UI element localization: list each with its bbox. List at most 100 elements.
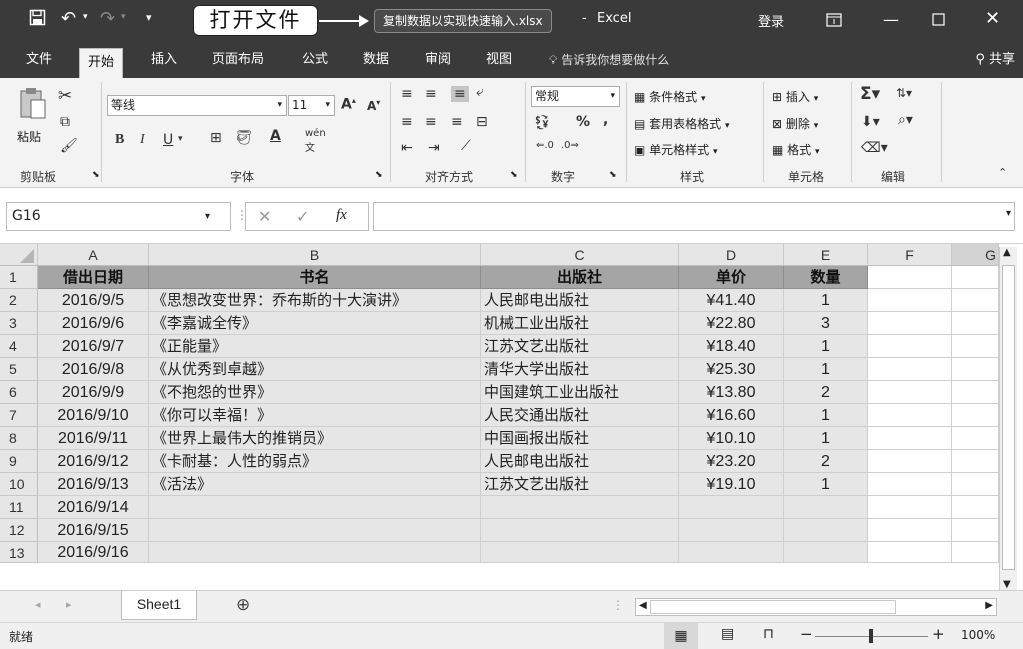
clear-icon[interactable]: ⌫▾ — [861, 140, 888, 156]
formula-input[interactable] — [373, 202, 1015, 231]
grid-cell[interactable] — [868, 496, 952, 519]
column-header[interactable]: G — [952, 244, 999, 266]
grid-cell[interactable] — [952, 427, 999, 450]
copy-icon[interactable]: ⧉ — [60, 114, 70, 130]
table-header-cell[interactable]: 借出日期 — [38, 266, 149, 289]
quantity-cell[interactable]: 2 — [784, 450, 868, 473]
enter-icon[interactable]: ✓ — [296, 207, 309, 226]
cut-icon[interactable]: ✂ — [58, 86, 72, 106]
grid-cell[interactable] — [952, 542, 999, 563]
grid-cell[interactable] — [481, 496, 679, 519]
zoom-level[interactable]: 100% — [961, 628, 995, 642]
cell-styles-button[interactable]: ▣ 单元格样式 ▾ — [634, 141, 718, 158]
row-header[interactable]: 6 — [0, 381, 38, 404]
row-header[interactable]: 7 — [0, 404, 38, 427]
publisher-cell[interactable]: 机械工业出版社 — [481, 312, 679, 335]
grid-cell[interactable] — [784, 496, 868, 519]
save-icon[interactable] — [29, 9, 46, 30]
grid-cell[interactable] — [952, 404, 999, 427]
row-header[interactable]: 3 — [0, 312, 38, 335]
zoom-out-icon[interactable]: − — [800, 625, 813, 643]
price-cell[interactable]: ¥13.80 — [679, 381, 784, 404]
date-cell[interactable]: 2016/9/7 — [38, 335, 149, 358]
table-header-cell[interactable]: 书名 — [149, 266, 481, 289]
price-cell[interactable]: ¥22.80 — [679, 312, 784, 335]
grid-cell[interactable] — [679, 542, 784, 563]
grid-cell[interactable] — [784, 519, 868, 542]
title-cell[interactable]: 《思想改变世界：乔布斯的十大演讲》 — [149, 289, 481, 312]
select-all-corner[interactable] — [0, 244, 38, 266]
price-cell[interactable]: ¥16.60 — [679, 404, 784, 427]
fill-color-icon[interactable]: 🪣︎ — [235, 130, 253, 146]
scroll-thumb[interactable] — [1002, 265, 1015, 570]
format-painter-icon[interactable]: 🖌︎ — [60, 138, 78, 154]
scroll-left-icon[interactable]: ◀ — [639, 600, 647, 611]
tell-me-box[interactable]: 💡︎ 告诉我你想要做什么 — [549, 42, 669, 78]
grid-cell[interactable] — [952, 335, 999, 358]
table-header-cell[interactable]: 数量 — [784, 266, 868, 289]
price-cell[interactable]: ¥19.10 — [679, 473, 784, 496]
row-header[interactable]: 10 — [0, 473, 38, 496]
grid-cell[interactable] — [868, 542, 952, 563]
italic-button[interactable]: I — [140, 132, 145, 148]
quantity-cell[interactable]: 1 — [784, 358, 868, 381]
maximize-icon[interactable] — [932, 11, 945, 30]
publisher-cell[interactable]: 人民邮电出版社 — [481, 450, 679, 473]
delete-cells-button[interactable]: ⊠ 删除 ▾ — [772, 115, 818, 132]
horizontal-scrollbar[interactable]: ◀ ▶ — [635, 598, 997, 616]
title-cell[interactable]: 《世界上最伟大的推销员》 — [149, 427, 481, 450]
accounting-format-icon[interactable]: 💱︎ — [533, 115, 551, 131]
merge-center-icon[interactable]: ⊟ — [476, 114, 488, 130]
row-header[interactable]: 11 — [0, 496, 38, 519]
column-header[interactable]: B — [149, 244, 481, 266]
alignment-launcher-icon[interactable]: ⬊ — [510, 170, 518, 180]
prev-sheet-icon[interactable]: ◂ — [35, 598, 41, 611]
collapse-ribbon-icon[interactable]: ⌃ — [998, 166, 1007, 179]
grid-cell[interactable] — [868, 358, 952, 381]
align-left-icon[interactable]: ≡ — [401, 114, 413, 130]
title-cell[interactable]: 《不抱怨的世界》 — [149, 381, 481, 404]
quantity-cell[interactable]: 1 — [784, 404, 868, 427]
row-header[interactable]: 1 — [0, 266, 38, 289]
column-header[interactable]: F — [868, 244, 952, 266]
normal-view-icon[interactable]: ▦ — [664, 623, 698, 649]
align-center-icon[interactable]: ≡ — [425, 114, 437, 130]
row-header[interactable]: 8 — [0, 427, 38, 450]
grid-cell[interactable] — [149, 542, 481, 563]
quantity-cell[interactable]: 1 — [784, 473, 868, 496]
row-header[interactable]: 5 — [0, 358, 38, 381]
number-format-select[interactable]: 常规 ▾ — [531, 86, 620, 107]
row-header[interactable]: 2 — [0, 289, 38, 312]
sort-filter-icon[interactable]: ⇅▾ — [896, 86, 912, 100]
publisher-cell[interactable]: 中国画报出版社 — [481, 427, 679, 450]
grid-cell[interactable] — [952, 496, 999, 519]
price-cell[interactable]: ¥18.40 — [679, 335, 784, 358]
title-cell[interactable]: 《你可以幸福！》 — [149, 404, 481, 427]
tab-review[interactable]: 审阅 — [425, 42, 451, 78]
title-cell[interactable]: 《活法》 — [149, 473, 481, 496]
decrease-indent-icon[interactable]: ⇤ — [401, 140, 413, 156]
close-icon[interactable]: ✕ — [985, 8, 1000, 29]
increase-font-icon[interactable]: A▴ — [341, 96, 356, 113]
grid-cell[interactable] — [952, 358, 999, 381]
grid-cell[interactable] — [952, 266, 999, 289]
grid-cell[interactable] — [952, 289, 999, 312]
autosum-icon[interactable]: Σ▾ — [860, 84, 880, 104]
grid-cell[interactable] — [952, 381, 999, 404]
row-header[interactable]: 13 — [0, 542, 38, 563]
find-icon[interactable]: ⌕▾ — [898, 112, 913, 128]
grid-cell[interactable] — [868, 289, 952, 312]
border-icon[interactable]: ⊞ — [210, 130, 222, 146]
customize-toolbar-icon[interactable]: ▾ — [146, 11, 152, 24]
tab-data[interactable]: 数据 — [363, 42, 389, 78]
increase-indent-icon[interactable]: ⇥ — [428, 140, 440, 156]
undo-dropdown-icon[interactable]: ▾ — [83, 12, 88, 22]
cancel-icon[interactable]: ✕ — [258, 207, 271, 226]
column-header[interactable]: D — [679, 244, 784, 266]
vertical-scrollbar[interactable]: ▲ ▼ — [999, 247, 1017, 590]
title-cell[interactable]: 《从优秀到卓越》 — [149, 358, 481, 381]
font-name-select[interactable]: 等线 ▾ — [107, 95, 287, 116]
increase-decimal-icon[interactable]: ⇐.0 — [536, 140, 554, 151]
date-cell[interactable]: 2016/9/14 — [38, 496, 149, 519]
decrease-font-icon[interactable]: A▾ — [367, 98, 380, 113]
